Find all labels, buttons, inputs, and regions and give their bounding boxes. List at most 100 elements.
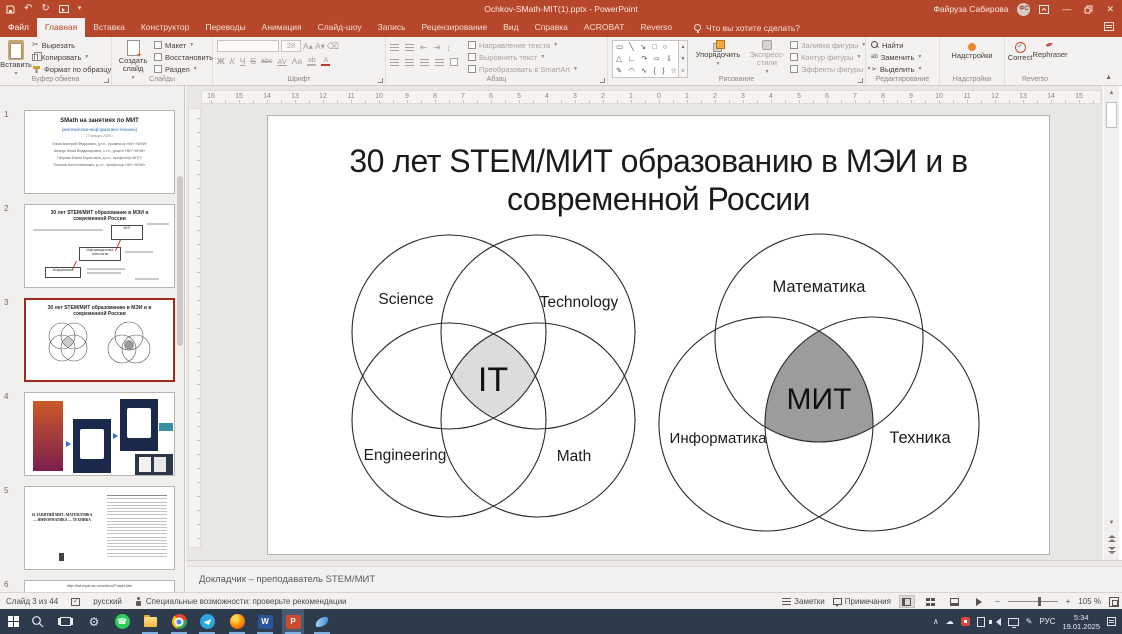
- zoom-slider[interactable]: [1008, 601, 1058, 602]
- section-button[interactable]: Раздел▼: [154, 63, 213, 75]
- scroll-down-icon[interactable]: ▼: [1104, 518, 1119, 528]
- scroll-up-icon[interactable]: ▲: [1104, 88, 1119, 98]
- customize-qat-icon[interactable]: ▾: [78, 4, 82, 14]
- settings-app[interactable]: ⚙: [83, 609, 105, 634]
- redo-icon[interactable]: ↻: [41, 4, 49, 14]
- tab-review[interactable]: Рецензирование: [414, 18, 496, 37]
- telegram-app[interactable]: [196, 609, 218, 634]
- venn-diagram-stem[interactable]: Science Technology Engineering Math IT: [346, 231, 638, 521]
- zoom-slider-thumb[interactable]: [1038, 597, 1041, 606]
- recorder-tray-icon[interactable]: [961, 617, 970, 626]
- previous-slide-button[interactable]: [1107, 534, 1116, 542]
- scrollbar-thumb[interactable]: [1106, 102, 1117, 128]
- whatsapp-app[interactable]: ☎: [111, 609, 133, 634]
- swoosh-app[interactable]: [311, 609, 333, 634]
- zoom-level[interactable]: 105 %: [1078, 597, 1101, 606]
- format-painter-button[interactable]: Формат по образцу: [32, 63, 111, 75]
- tell-me-search[interactable]: Что вы хотите сделать?: [694, 18, 800, 37]
- shapes-gallery-scrollbar[interactable]: ▲▼≡: [678, 41, 687, 77]
- tray-chevron-icon[interactable]: ∧: [933, 617, 939, 626]
- tab-view[interactable]: Вид: [495, 18, 526, 37]
- thumbnail-slide-3-selected[interactable]: 3 30 лет STEM/МИТ образованию в МЭИ и в …: [24, 298, 175, 382]
- word-app[interactable]: W: [254, 609, 276, 634]
- tab-record[interactable]: Запись: [370, 18, 414, 37]
- slideshow-view-button[interactable]: [971, 595, 987, 608]
- zoom-out-button[interactable]: −: [995, 597, 1000, 606]
- reverso-correct-button[interactable]: ✓ Correct: [1006, 42, 1034, 62]
- layout-button[interactable]: Макет▼: [154, 39, 213, 51]
- clock[interactable]: 5:34 19.01.2025: [1062, 613, 1100, 631]
- onedrive-icon[interactable]: ☁: [946, 617, 954, 626]
- normal-view-button[interactable]: [899, 595, 915, 608]
- action-center-icon[interactable]: [1107, 617, 1116, 626]
- pen-icon[interactable]: ✎: [1026, 617, 1033, 626]
- tab-design[interactable]: Конструктор: [133, 18, 197, 37]
- thumbnail-slide-4[interactable]: 4: [24, 392, 175, 476]
- spellcheck-icon[interactable]: ✓: [71, 598, 80, 606]
- arrange-button[interactable]: Упорядочить▼: [692, 40, 744, 68]
- reading-view-button[interactable]: [947, 595, 963, 608]
- slide-3-canvas[interactable]: 30 лет STEM/МИТ образованию в МЭИ и в со…: [267, 115, 1050, 555]
- slide-indicator[interactable]: Слайд 3 из 44: [6, 597, 58, 606]
- cut-button[interactable]: ✂Вырезать: [32, 39, 111, 51]
- language-indicator[interactable]: русский: [93, 597, 122, 606]
- font-dialog-launcher[interactable]: [378, 78, 383, 83]
- zoom-in-button[interactable]: +: [1066, 597, 1071, 606]
- thumbnail-scrollbar[interactable]: [177, 176, 183, 346]
- drawing-dialog-launcher[interactable]: [858, 78, 863, 83]
- comments-toggle[interactable]: Примечания: [833, 597, 891, 606]
- accessibility-checker[interactable]: Специальные возможности: проверьте реком…: [135, 597, 347, 606]
- close-button[interactable]: ✕: [1102, 0, 1118, 18]
- slide-sorter-view-button[interactable]: [923, 595, 939, 608]
- tray-app-icon[interactable]: [977, 617, 985, 627]
- taskbar-search-button[interactable]: [26, 609, 48, 634]
- tab-reverso[interactable]: Reverso: [632, 18, 680, 37]
- reset-button[interactable]: Восстановить: [154, 51, 213, 63]
- task-view-button[interactable]: [54, 609, 76, 634]
- tab-file[interactable]: Файл: [0, 18, 37, 37]
- tab-insert[interactable]: Вставка: [85, 18, 133, 37]
- paste-button[interactable]: Вставить▼: [3, 40, 29, 78]
- ribbon-display-options-icon[interactable]: [1039, 5, 1049, 14]
- avatar[interactable]: ФС: [1017, 3, 1030, 16]
- addins-button[interactable]: Надстройки: [945, 43, 999, 60]
- chrome-app[interactable]: [168, 609, 190, 634]
- notes-toggle[interactable]: Заметки: [782, 597, 825, 606]
- clipboard-dialog-launcher[interactable]: [104, 78, 109, 83]
- powerpoint-app-active[interactable]: P: [282, 609, 304, 634]
- language-tray[interactable]: РУС: [1039, 617, 1055, 626]
- firefox-app[interactable]: [226, 609, 248, 634]
- network-icon[interactable]: [1008, 618, 1019, 626]
- copy-button[interactable]: Копировать▼: [32, 51, 111, 63]
- minimize-button[interactable]: —: [1058, 0, 1075, 18]
- restore-button[interactable]: [1084, 5, 1093, 14]
- shapes-gallery[interactable]: ▭ ╲ ↘ □ ○ △ ∟ ↷ ⇨ ⇩ ✎ ◠ ∿ { } ☆ ▲▼≡: [612, 40, 688, 78]
- start-button[interactable]: [2, 609, 24, 634]
- tab-home[interactable]: Главная: [37, 18, 85, 37]
- paragraph-dialog-launcher[interactable]: [600, 78, 605, 83]
- find-button[interactable]: Найти: [871, 39, 922, 51]
- thumbnail-slide-1[interactable]: 1 SMath на занятиях по МИТ (математика-и…: [24, 110, 175, 194]
- vertical-scrollbar[interactable]: ▲ ▼: [1104, 86, 1119, 560]
- thumbnail-slide-6[interactable]: 6 http://twt.mpei.ac.ru/ochkov/Potoki.ht…: [24, 580, 175, 592]
- user-name[interactable]: Файруза Сабирова: [933, 4, 1008, 14]
- reverso-rephraser-button[interactable]: ✒ Rephraser: [1034, 42, 1066, 59]
- tab-translate[interactable]: Переводы: [197, 18, 253, 37]
- notes-pane[interactable]: Докладчик – преподаватель STEM/МИТ: [186, 566, 1122, 592]
- replace-button[interactable]: abЗаменить▼: [871, 51, 922, 63]
- save-icon[interactable]: [6, 5, 15, 14]
- venn-diagram-mit[interactable]: Математика Информатика Техника МИТ: [656, 229, 981, 534]
- tab-help[interactable]: Справка: [527, 18, 576, 37]
- slide-title[interactable]: 30 лет STEM/МИТ образованию в МЭИ и в со…: [268, 142, 1049, 218]
- file-explorer-app[interactable]: [139, 609, 161, 634]
- thumbnail-slide-2[interactable]: 2 30 лет STEM/МИТ образование в МЭИ и со…: [24, 204, 175, 288]
- tab-slideshow[interactable]: Слайд-шоу: [310, 18, 370, 37]
- fit-slide-to-window-icon[interactable]: [1109, 597, 1119, 607]
- tab-acrobat[interactable]: ACROBAT: [576, 18, 632, 37]
- collapse-ribbon-icon[interactable]: ▲: [1105, 74, 1112, 81]
- slideshow-from-start-icon[interactable]: [59, 5, 69, 13]
- volume-icon[interactable]: [992, 618, 1001, 626]
- undo-icon[interactable]: ↶: [24, 4, 32, 14]
- tab-animations[interactable]: Анимация: [254, 18, 310, 37]
- thumbnail-slide-5[interactable]: 5 16 ЗАНЯТИЙ МИТ: МАТЕМАТИКА — ИНФОРМАТИ…: [24, 486, 175, 570]
